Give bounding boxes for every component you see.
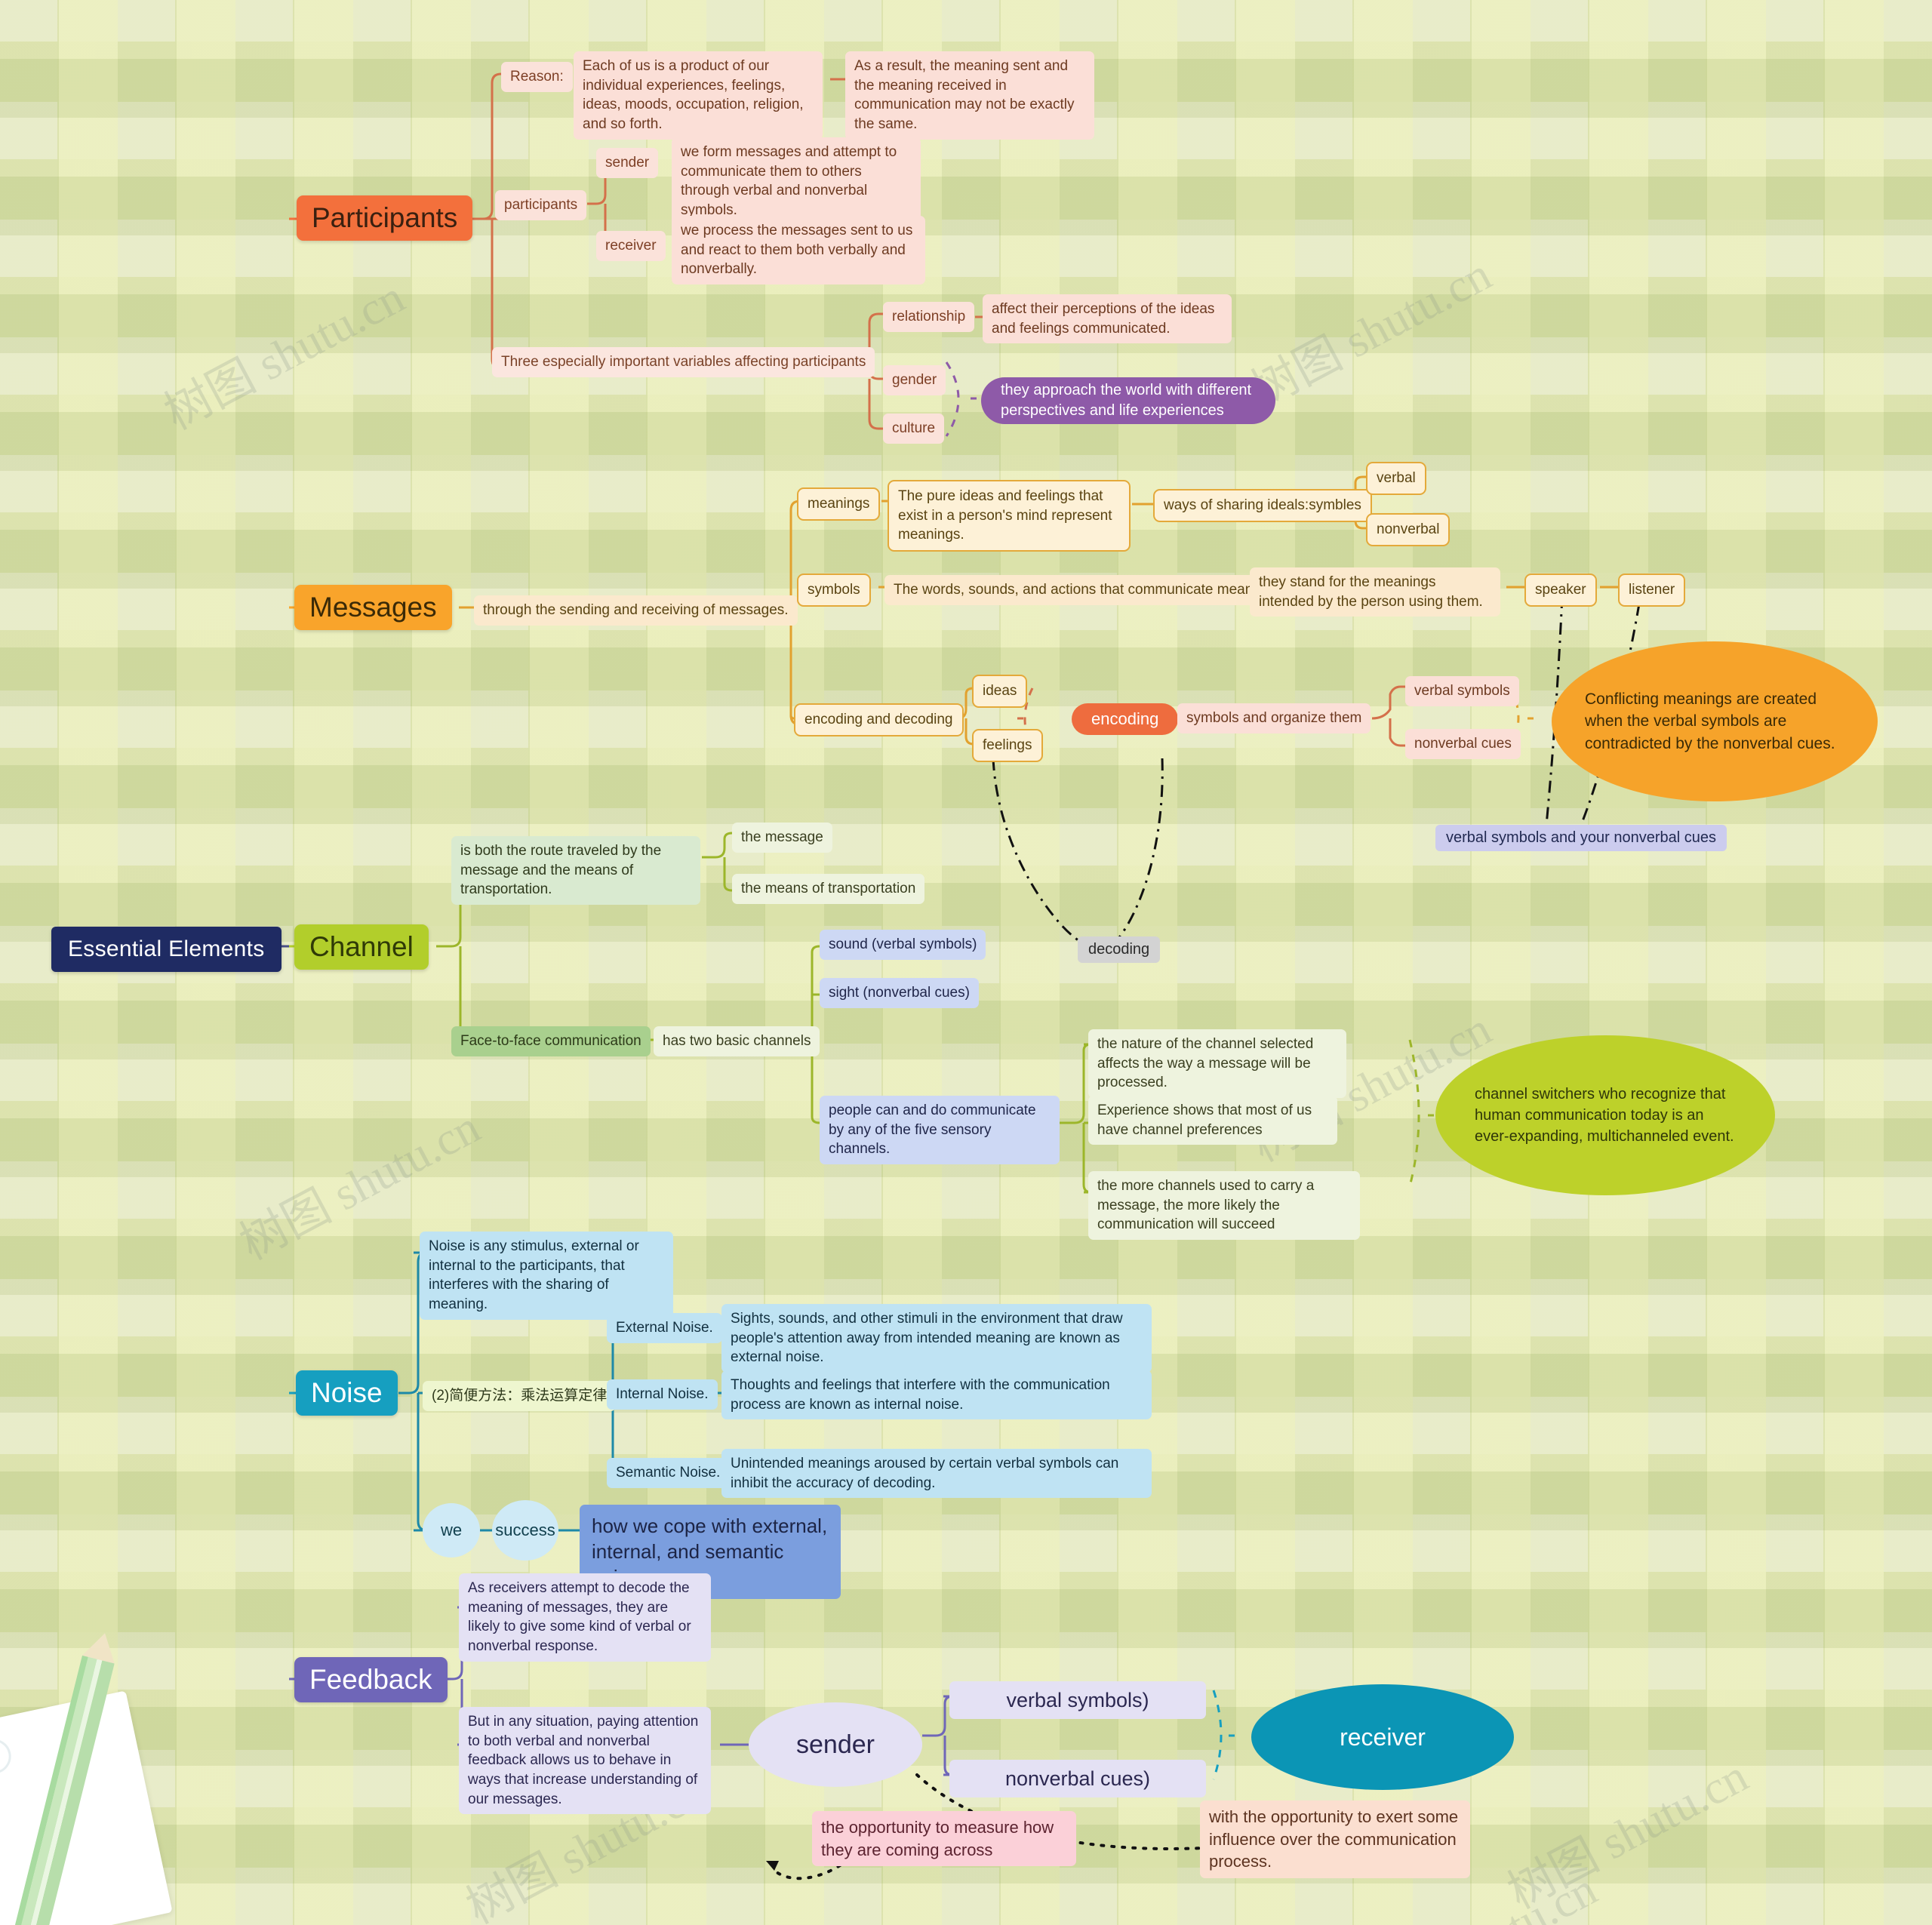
branch-noise[interactable]: Noise (296, 1370, 398, 1416)
noise-method-label[interactable]: (2)简便方法：乘法运算定律 (423, 1381, 617, 1411)
noise-external-label[interactable]: External Noise. (607, 1313, 722, 1343)
participants-reason-result[interactable]: As a result, the meaning sent and the me… (845, 51, 1094, 140)
participants-reason-text[interactable]: Each of us is a product of our individua… (574, 51, 823, 140)
messages-meanings-text[interactable]: The pure ideas and feelings that exist i… (888, 480, 1131, 552)
participants-variables-label[interactable]: Three especially important variables aff… (492, 347, 875, 377)
messages-encdec-label[interactable]: encoding and decoding (794, 703, 964, 736)
participants-receiver-label[interactable]: receiver (596, 231, 666, 261)
noise-semantic-label[interactable]: Semantic Noise. (607, 1458, 730, 1488)
feedback-receiver-ellipse[interactable]: receiver (1251, 1684, 1514, 1790)
noise-internal-label[interactable]: Internal Noise. (607, 1379, 718, 1410)
noise-success-circle[interactable]: success (492, 1500, 558, 1561)
messages-ways-label[interactable]: ways of sharing ideals:symbles (1153, 489, 1372, 522)
noise-external-text[interactable]: Sights, sounds, and other stimuli in the… (721, 1304, 1152, 1373)
messages-conflict-callout[interactable]: Conflicting meanings are created when th… (1552, 641, 1878, 801)
noise-internal-text[interactable]: Thoughts and feelings that interfere wit… (721, 1370, 1152, 1420)
feedback-measure-text[interactable]: the opportunity to measure how they are … (812, 1811, 1076, 1867)
branch-feedback[interactable]: Feedback (294, 1657, 448, 1702)
feedback-decode-text[interactable]: As receivers attempt to decode the meani… (459, 1573, 711, 1662)
noise-definition[interactable]: Noise is any stimulus, external or inter… (420, 1232, 673, 1320)
channel-five-senses[interactable]: people can and do communicate by any of … (820, 1096, 1060, 1164)
participants-sender-label[interactable]: sender (596, 148, 659, 178)
participants-relationship-text[interactable]: affect their perceptions of the ideas an… (983, 294, 1232, 344)
branch-channel[interactable]: Channel (294, 924, 429, 970)
channel-f2f-label[interactable]: Face-to-face communication (451, 1026, 651, 1056)
feedback-verbal-symbols[interactable]: verbal symbols) (949, 1681, 1206, 1720)
feedback-influence-text[interactable]: with the opportunity to exert some influ… (1200, 1800, 1470, 1879)
messages-verbal-and-nonverbal[interactable]: verbal symbols and your nonverbal cues (1435, 825, 1727, 851)
participants-culture-label[interactable]: culture (883, 414, 945, 444)
feedback-nonverbal-cues[interactable]: nonverbal cues) (949, 1760, 1206, 1798)
participants-participants-label[interactable]: participants (495, 190, 587, 220)
branch-participants[interactable]: Participants (297, 195, 473, 241)
messages-meanings-label[interactable]: meanings (797, 487, 881, 521)
paper-grid-overlay (0, 0, 1932, 1925)
channel-experience-text[interactable]: Experience shows that most of us have ch… (1088, 1096, 1337, 1145)
feedback-attention-text[interactable]: But in any situation, paying attention t… (459, 1707, 711, 1815)
messages-nonverbal-cues[interactable]: nonverbal cues (1405, 729, 1521, 759)
participants-sender-text[interactable]: we form messages and attempt to communic… (672, 137, 921, 226)
root-node[interactable]: Essential Elements (51, 927, 281, 972)
participants-relationship-label[interactable]: relationship (883, 302, 975, 332)
channel-route-text[interactable]: is both the route traveled by the messag… (451, 836, 700, 905)
messages-symbols-text[interactable]: The words, sounds, and actions that comm… (884, 575, 1281, 605)
messages-decoding[interactable]: decoding (1078, 936, 1161, 963)
noise-we-circle[interactable]: we (423, 1503, 480, 1558)
messages-feelings[interactable]: feelings (972, 729, 1043, 762)
channel-two-channels[interactable]: has two basic channels (654, 1026, 820, 1056)
channel-nature-text[interactable]: the nature of the channel selected affec… (1088, 1029, 1346, 1098)
messages-symbols-stand[interactable]: they stand for the meanings intended by … (1250, 567, 1500, 617)
participants-receiver-text[interactable]: we process the messages sent to us and r… (672, 216, 925, 284)
messages-encoding-pill[interactable]: encoding (1072, 703, 1179, 735)
channel-sound[interactable]: sound (verbal symbols) (820, 930, 986, 960)
messages-symbols-label[interactable]: symbols (797, 574, 871, 607)
branch-messages[interactable]: Messages (294, 585, 452, 630)
messages-intro[interactable]: through the sending and receiving of mes… (474, 595, 798, 626)
channel-more-channels-text[interactable]: the more channels used to carry a messag… (1088, 1171, 1360, 1240)
channel-callout[interactable]: channel switchers who recognize that hum… (1435, 1035, 1775, 1195)
messages-verbal-symbols[interactable]: verbal symbols (1405, 676, 1519, 706)
messages-listener[interactable]: listener (1618, 574, 1686, 607)
messages-nonverbal[interactable]: nonverbal (1366, 513, 1451, 546)
mindmap-canvas: 树图 shutu.cn 树图 shutu.cn 树图 shutu.cn 树图 s… (0, 0, 1932, 1925)
channel-sight[interactable]: sight (nonverbal cues) (820, 978, 979, 1008)
messages-speaker[interactable]: speaker (1524, 574, 1597, 607)
feedback-sender-ellipse[interactable]: sender (749, 1702, 922, 1787)
participants-culture-callout[interactable]: they approach the world with different p… (981, 377, 1275, 424)
participants-reason-label[interactable]: Reason: (501, 62, 573, 92)
participants-gender-label[interactable]: gender (883, 365, 946, 395)
channel-the-message[interactable]: the message (732, 823, 832, 853)
messages-organize[interactable]: symbols and organize them (1177, 703, 1371, 733)
messages-verbal[interactable]: verbal (1366, 462, 1426, 495)
noise-semantic-text[interactable]: Unintended meanings aroused by certain v… (721, 1449, 1152, 1499)
channel-the-means[interactable]: the means of transportation (732, 874, 925, 904)
messages-ideas[interactable]: ideas (972, 675, 1028, 708)
